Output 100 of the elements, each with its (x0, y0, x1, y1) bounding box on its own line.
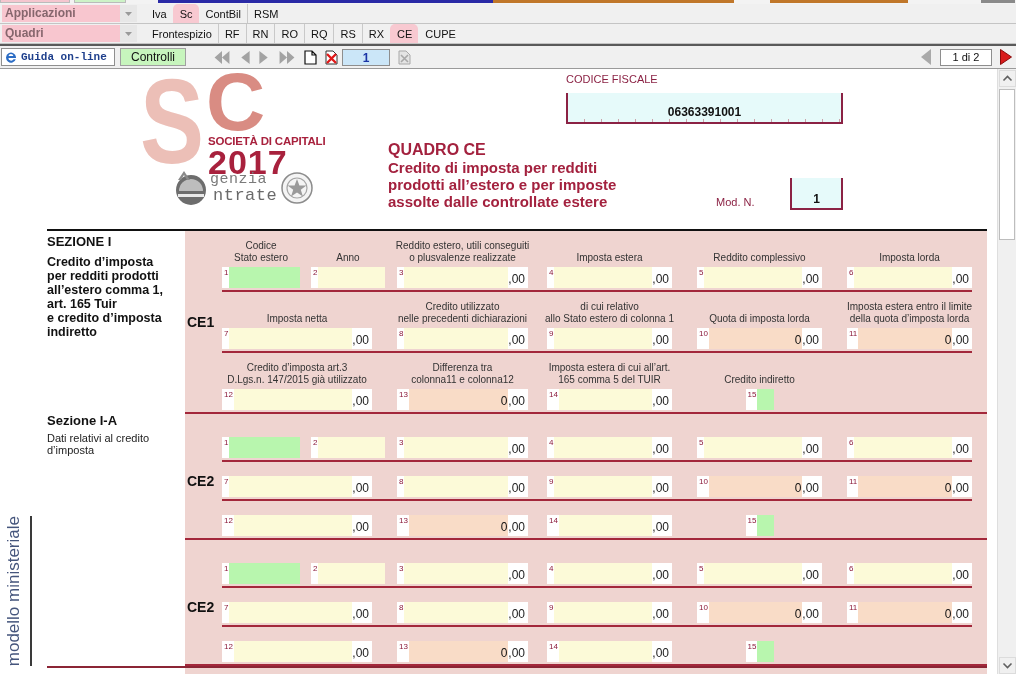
field-number: 9 (547, 328, 555, 349)
input-field[interactable]: 0 (408, 641, 509, 662)
tab[interactable]: ContBil (198, 4, 247, 23)
input-field[interactable] (854, 437, 953, 458)
page-cross-icon[interactable] (398, 49, 411, 65)
input-field[interactable] (704, 267, 803, 288)
input-field[interactable]: 0 (408, 389, 509, 410)
field-number: 14 (547, 515, 559, 536)
field-label: Imposta estera (576, 252, 643, 264)
input-field[interactable] (233, 641, 353, 662)
double-right-arrow-icon[interactable] (278, 50, 296, 64)
tab[interactable]: CUPE (418, 24, 462, 43)
input-field[interactable] (229, 476, 353, 497)
help-button[interactable]: Guida on-line (1, 48, 115, 66)
input-field[interactable] (404, 602, 509, 623)
input-field[interactable]: 0 (708, 328, 803, 349)
input-field[interactable] (554, 476, 653, 497)
field-label: Quota di imposta lorda (709, 313, 810, 325)
input-field[interactable] (554, 328, 653, 349)
logo-letter: S (140, 73, 205, 169)
left-arrow-icon[interactable] (240, 50, 250, 64)
dropdown-button[interactable] (120, 25, 137, 42)
input-field[interactable] (233, 515, 353, 536)
input-field[interactable] (757, 389, 774, 410)
tab[interactable]: Iva (146, 4, 173, 23)
input-field[interactable] (854, 267, 953, 288)
tab[interactable]: CE (390, 24, 419, 43)
input-field[interactable] (554, 437, 653, 458)
tab[interactable]: RSM (247, 4, 285, 23)
tab[interactable]: RS (333, 24, 362, 43)
row-code: CE1 (187, 313, 215, 330)
new-page-icon[interactable] (304, 49, 317, 65)
input-field[interactable]: 0 (858, 476, 953, 497)
input-field[interactable] (854, 563, 953, 584)
tab[interactable]: Sc (172, 4, 199, 23)
input-field[interactable] (554, 563, 653, 584)
input-field[interactable] (757, 641, 774, 662)
field-number: 4 (547, 563, 555, 584)
input-field[interactable] (554, 267, 653, 288)
input-field[interactable] (318, 437, 385, 458)
input-field[interactable] (404, 267, 509, 288)
field-number: 10 (697, 476, 709, 497)
input-field[interactable] (757, 515, 774, 536)
tab[interactable]: RQ (304, 24, 334, 43)
input-field[interactable] (704, 437, 803, 458)
field-number: 2 (311, 267, 319, 288)
input-field[interactable] (558, 515, 653, 536)
input-field[interactable] (558, 389, 653, 410)
decimal-suffix: ,00 (508, 437, 528, 458)
field-label: Imposta estera entro il limite della quota d’imposta lorda (846, 301, 973, 325)
input-field[interactable] (404, 328, 509, 349)
decimal-suffix: ,00 (508, 563, 528, 584)
tab[interactable]: RO (274, 24, 304, 43)
scrollbar-thumb[interactable] (999, 89, 1015, 240)
input-field[interactable] (229, 267, 300, 288)
left-arrow-icon[interactable] (921, 49, 931, 65)
subsection-description: Dati relativi al credito d’imposta (47, 432, 150, 456)
input-field[interactable] (229, 602, 353, 623)
input-field[interactable] (318, 563, 385, 584)
input-field[interactable]: 0 (408, 515, 509, 536)
input-field[interactable] (318, 267, 385, 288)
input-field[interactable]: 0 (708, 476, 803, 497)
input-field[interactable] (404, 563, 509, 584)
field-number: 7 (222, 476, 230, 497)
input-field[interactable]: 0 (708, 602, 803, 623)
decimal-suffix: ,00 (952, 437, 972, 458)
section-title: SEZIONE I (47, 234, 112, 249)
page-number-field[interactable]: 1 (342, 48, 390, 66)
checks-button[interactable]: Controlli (120, 48, 186, 66)
input-field[interactable] (704, 563, 803, 584)
field-label: Codice Stato estero (234, 240, 288, 264)
decimal-suffix: ,00 (802, 563, 822, 584)
field-number: 6 (847, 563, 855, 584)
delete-page-icon[interactable] (325, 49, 338, 65)
field-number: 13 (397, 641, 409, 662)
decimal-suffix: ,00 (952, 476, 972, 497)
dropdown-button[interactable] (120, 5, 137, 22)
input-field[interactable] (558, 641, 653, 662)
decimal-suffix: ,00 (508, 328, 528, 349)
vertical-scrollbar[interactable] (997, 69, 1016, 674)
field-label: Credito d’imposta art.3 D.Lgs.n. 147/2015 già utilizzato (227, 362, 367, 386)
double-left-arrow-icon[interactable] (213, 50, 231, 64)
fiscal-code-field[interactable]: 06363391001 (566, 93, 843, 124)
input-field[interactable] (554, 602, 653, 623)
tab[interactable]: RN (245, 24, 275, 43)
module-number-field[interactable]: 1 (790, 178, 843, 210)
right-arrow-icon[interactable] (1000, 49, 1012, 65)
tab[interactable]: Frontespizio (146, 24, 218, 43)
decimal-suffix: ,00 (352, 476, 372, 497)
input-field[interactable] (404, 437, 509, 458)
input-field[interactable]: 0 (858, 602, 953, 623)
input-field[interactable] (229, 563, 300, 584)
input-field[interactable] (229, 437, 300, 458)
field-number: 9 (547, 476, 555, 497)
fiscal-code-label: CODICE FISCALE (566, 73, 658, 86)
input-field[interactable] (404, 476, 509, 497)
input-field[interactable] (233, 389, 353, 410)
tab[interactable]: RF (217, 24, 246, 43)
input-field[interactable] (229, 328, 353, 349)
input-field[interactable]: 0 (858, 328, 953, 349)
